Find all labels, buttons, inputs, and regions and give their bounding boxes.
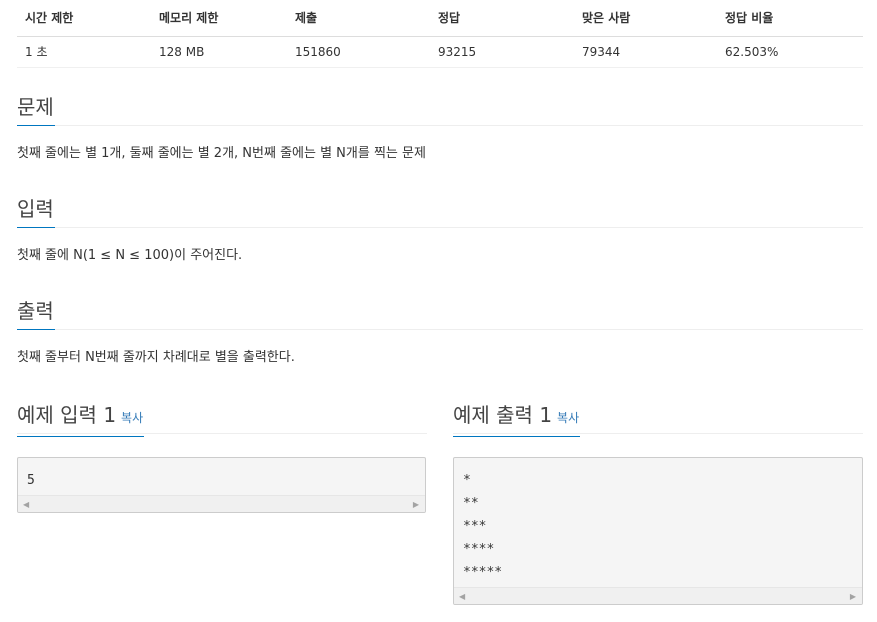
info-header-accepted: 정답 (430, 0, 574, 37)
sample-input-heading: 예제 입력 1 복사 (17, 402, 145, 437)
scroll-left-arrow-icon[interactable]: ◀ (459, 592, 465, 601)
sample-input-title: 예제 입력 1 (17, 403, 117, 427)
sample-input-headline: 예제 입력 1 복사 (17, 402, 427, 437)
copy-sample-output-button[interactable]: 복사 (557, 411, 579, 425)
sample-input-section: 예제 입력 1 복사 (17, 402, 427, 437)
scroll-right-arrow-icon[interactable]: ▶ (413, 500, 419, 509)
sample-output-content: * ** *** **** ***** (463, 473, 503, 580)
output-title: 출력 (17, 298, 55, 330)
sample-output-section: 예제 출력 1 복사 (453, 402, 863, 437)
problem-description: 첫째 줄에는 별 1개, 둘째 줄에는 별 2개, N번째 줄에는 별 N개를 … (17, 146, 426, 161)
sample-input-content: 5 (27, 473, 35, 488)
info-header-time-limit: 시간 제한 (17, 0, 151, 37)
info-value-time-limit: 1 초 (17, 36, 151, 68)
info-header-accept-ratio: 정답 비율 (717, 0, 863, 37)
input-headline: 입력 (17, 196, 863, 228)
input-description: 첫째 줄에 N(1 ≤ N ≤ 100)이 주어진다. (17, 248, 243, 263)
info-header-row: 시간 제한 메모리 제한 제출 정답 맞은 사람 정답 비율 (17, 0, 863, 37)
output-description: 첫째 줄부터 N번째 줄까지 차례대로 별을 출력한다. (17, 350, 295, 365)
info-value-accepted: 93215 (430, 36, 574, 68)
sample-input-scrollbar[interactable]: ◀ ▶ (18, 495, 425, 512)
scroll-left-arrow-icon[interactable]: ◀ (23, 500, 29, 509)
input-section: 입력 첫째 줄에 N(1 ≤ N ≤ 100)이 주어진다. (17, 196, 863, 266)
info-header-submissions: 제출 (287, 0, 430, 37)
info-header-solved-users: 맞은 사람 (574, 0, 717, 37)
info-header-memory-limit: 메모리 제한 (151, 0, 287, 37)
sample-output-box[interactable]: * ** *** **** ***** ◀ ▶ (453, 457, 863, 605)
sample-output-headline: 예제 출력 1 복사 (453, 402, 863, 437)
info-value-solved-users: 79344 (574, 36, 717, 68)
info-value-memory-limit: 128 MB (151, 36, 287, 68)
problem-headline: 문제 (17, 94, 863, 126)
sample-output-heading: 예제 출력 1 복사 (453, 402, 581, 437)
info-value-submissions: 151860 (287, 36, 430, 68)
problem-info-table: 시간 제한 메모리 제한 제출 정답 맞은 사람 정답 비율 1 초 128 M… (17, 0, 863, 68)
sample-output-scrollbar[interactable]: ◀ ▶ (454, 587, 862, 604)
problem-section: 문제 첫째 줄에는 별 1개, 둘째 줄에는 별 2개, N번째 줄에는 별 N… (17, 94, 863, 164)
sample-output-title: 예제 출력 1 (453, 403, 553, 427)
info-value-accept-ratio: 62.503% (717, 36, 863, 68)
output-headline: 출력 (17, 298, 863, 330)
input-title: 입력 (17, 196, 55, 228)
output-section: 출력 첫째 줄부터 N번째 줄까지 차례대로 별을 출력한다. (17, 298, 863, 368)
sample-input-box[interactable]: 5 ◀ ▶ (17, 457, 426, 513)
info-value-row: 1 초 128 MB 151860 93215 79344 62.503% (17, 36, 863, 68)
problem-title: 문제 (17, 94, 55, 126)
copy-sample-input-button[interactable]: 복사 (121, 411, 143, 425)
scroll-right-arrow-icon[interactable]: ▶ (850, 592, 856, 601)
